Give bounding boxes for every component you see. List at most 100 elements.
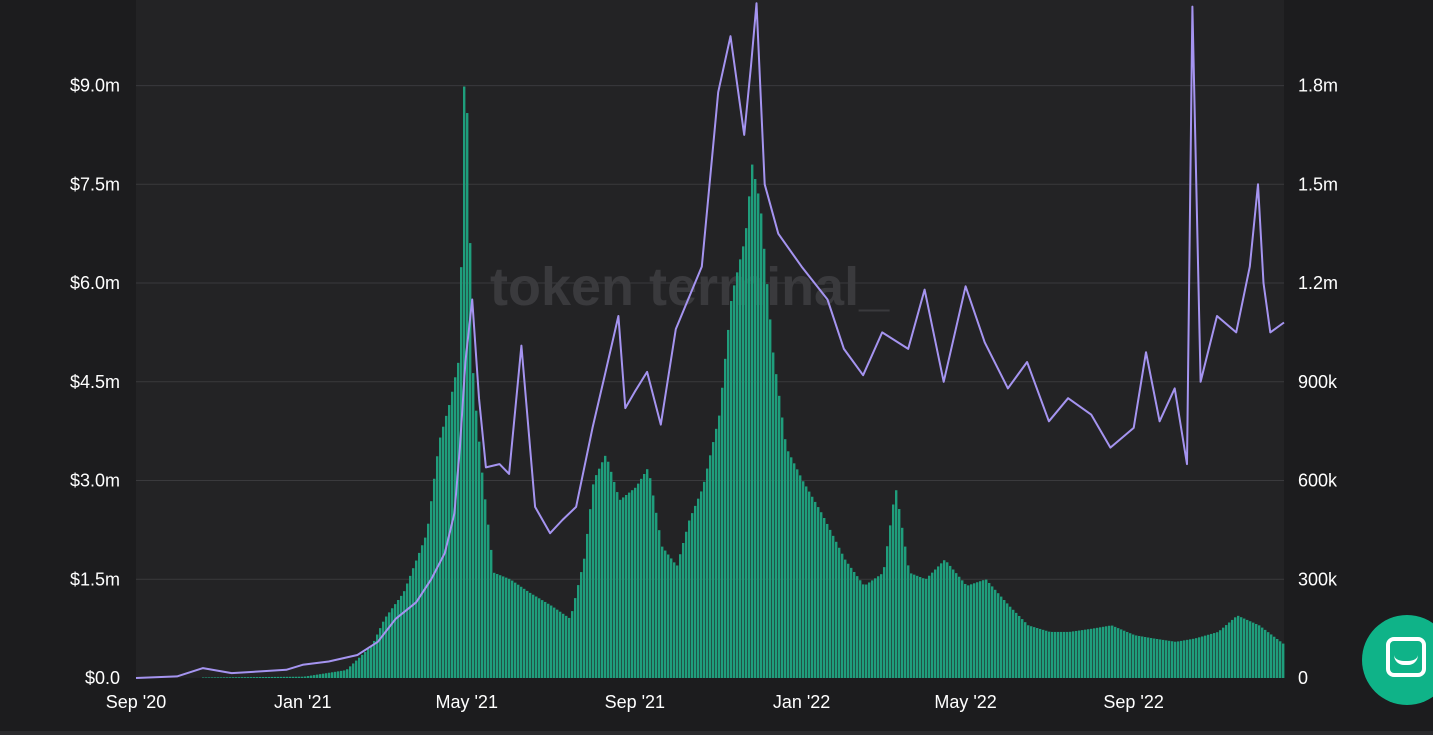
bar — [217, 677, 220, 678]
bar — [868, 582, 871, 678]
bar — [538, 598, 541, 678]
bar — [1000, 596, 1003, 678]
bar — [739, 259, 742, 678]
bar — [1090, 628, 1093, 678]
bar — [832, 535, 835, 678]
bar — [1102, 626, 1105, 678]
bar — [1072, 631, 1075, 678]
bar — [1144, 636, 1147, 678]
bar — [817, 507, 820, 678]
bar — [856, 576, 859, 678]
bar — [793, 463, 796, 678]
bar — [265, 676, 268, 678]
bar — [652, 495, 655, 678]
bar — [616, 492, 619, 678]
left-tick-label: $9.0m — [70, 76, 120, 96]
bar — [256, 677, 259, 678]
bar — [271, 676, 274, 678]
bar — [259, 677, 262, 678]
bar — [1069, 631, 1072, 678]
bar — [1051, 631, 1054, 678]
bar — [928, 575, 931, 678]
bar — [250, 677, 253, 678]
bar — [508, 578, 511, 678]
bar — [331, 672, 334, 678]
x-tick-label: May '21 — [435, 692, 497, 712]
chart-container: token terminal_ $0.0 $1.5m $3.0m $4.5m $6.0m… — [0, 0, 1433, 735]
bar — [994, 589, 997, 678]
bar — [751, 164, 754, 678]
bar — [847, 563, 850, 678]
left-tick-label: $4.5m — [70, 372, 120, 392]
bar — [433, 478, 436, 678]
bar — [526, 590, 529, 678]
bar — [565, 615, 568, 678]
bar — [952, 569, 955, 678]
bar — [1015, 612, 1018, 678]
bar — [874, 578, 877, 678]
bar — [802, 481, 805, 678]
bar — [1081, 630, 1084, 678]
bar — [838, 547, 841, 678]
bar — [703, 481, 706, 678]
bar — [988, 583, 991, 678]
right-tick-label: 1.2m — [1298, 273, 1338, 293]
bar — [916, 575, 919, 678]
bar — [544, 601, 547, 678]
left-tick-label: $1.5m — [70, 569, 120, 589]
bar — [466, 113, 469, 679]
bar — [241, 677, 244, 678]
left-tick-label: $0.0 — [85, 668, 120, 688]
bar — [625, 495, 628, 678]
bar — [493, 572, 496, 678]
bar — [397, 599, 400, 678]
bar — [595, 475, 598, 678]
bar — [418, 552, 421, 678]
bar — [610, 471, 613, 678]
bar — [211, 677, 214, 678]
bar — [1249, 621, 1252, 678]
bar — [697, 498, 700, 678]
bar — [334, 671, 337, 678]
bar — [769, 319, 772, 678]
bar — [1093, 628, 1096, 678]
bar — [1033, 627, 1036, 678]
bar — [712, 442, 715, 678]
bar — [280, 676, 283, 678]
bar — [1171, 641, 1174, 678]
bar — [823, 517, 826, 678]
bar — [1084, 629, 1087, 678]
bar — [829, 529, 832, 678]
bar — [895, 490, 898, 678]
bar — [655, 512, 658, 678]
bar — [1273, 636, 1276, 678]
bar — [1135, 635, 1138, 678]
bar — [898, 509, 901, 678]
bar — [1255, 623, 1258, 678]
bar — [487, 524, 490, 678]
bar — [358, 657, 361, 678]
bar — [1219, 630, 1222, 678]
bar — [613, 481, 616, 678]
bar — [262, 677, 265, 678]
bar — [322, 673, 325, 678]
bar — [289, 676, 292, 678]
bar — [724, 358, 727, 678]
x-tick-label: Jan '22 — [773, 692, 830, 712]
bar — [1120, 629, 1123, 678]
bar — [859, 580, 862, 678]
bar — [472, 373, 475, 678]
bar — [958, 576, 961, 678]
bar — [454, 377, 457, 678]
bar — [355, 660, 358, 678]
bar — [1195, 638, 1198, 678]
bar — [970, 584, 973, 678]
bar — [1132, 634, 1135, 678]
x-tick-label: Sep '21 — [605, 692, 666, 712]
left-tick-label: $7.5m — [70, 174, 120, 194]
bar — [835, 541, 838, 678]
bar — [1009, 606, 1012, 678]
bar — [886, 546, 889, 678]
bar — [781, 417, 784, 678]
bar — [220, 677, 223, 678]
